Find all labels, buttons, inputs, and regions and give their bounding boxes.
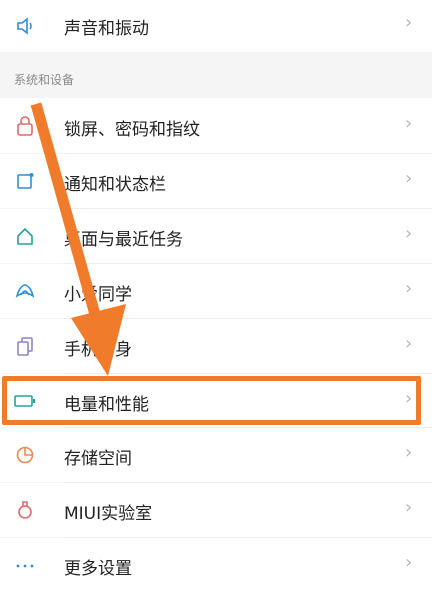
chevron-right-icon: ›: [405, 223, 413, 244]
chevron-right-icon: ›: [405, 442, 413, 463]
settings-item-miui-lab[interactable]: MIUI实验室 ›: [0, 483, 432, 537]
more-icon: [13, 554, 37, 578]
settings-item-lockscreen[interactable]: 锁屏、密码和指纹 ›: [0, 98, 432, 153]
clone-icon: [13, 334, 37, 358]
settings-item-storage[interactable]: 存储空间 ›: [0, 428, 432, 482]
settings-item-label: 存储空间: [64, 449, 132, 469]
settings-item-sound[interactable]: 声音和振动 ›: [0, 0, 432, 52]
speaker-icon: [13, 14, 37, 38]
settings-item-assistant[interactable]: 小爱同学 ›: [0, 264, 432, 318]
chevron-right-icon: ›: [405, 168, 413, 189]
storage-icon: [13, 443, 37, 467]
settings-item-notifications[interactable]: 通知和状态栏 ›: [0, 154, 432, 208]
notification-icon: [13, 169, 37, 193]
lock-icon: [13, 114, 37, 138]
settings-item-label: 手机分身: [64, 340, 132, 360]
chevron-right-icon: ›: [405, 497, 413, 518]
chevron-right-icon: ›: [405, 552, 413, 573]
settings-item-label: 桌面与最近任务: [64, 230, 183, 250]
section-title: 系统和设备: [14, 73, 75, 87]
settings-item-more[interactable]: 更多设置 ›: [0, 538, 432, 593]
settings-item-label: MIUI实验室: [64, 504, 153, 524]
chevron-right-icon: ›: [405, 113, 413, 134]
settings-item-desktop[interactable]: 桌面与最近任务 ›: [0, 209, 432, 263]
annotation-highlight-box: [2, 376, 421, 425]
settings-item-label: 声音和振动: [64, 19, 149, 39]
lab-flask-icon: [13, 498, 37, 522]
section-header: 系统和设备: [0, 66, 432, 98]
chevron-right-icon: ›: [405, 278, 413, 299]
chevron-right-icon: ›: [405, 333, 413, 354]
chevron-right-icon: ›: [405, 12, 413, 33]
home-icon: [13, 224, 37, 248]
settings-item-label: 更多设置: [64, 559, 132, 579]
assistant-icon: [13, 279, 37, 303]
settings-item-second-space[interactable]: 手机分身 ›: [0, 319, 432, 373]
settings-item-label: 通知和状态栏: [64, 175, 166, 195]
settings-item-label: 小爱同学: [64, 285, 132, 305]
settings-item-label: 锁屏、密码和指纹: [64, 120, 200, 140]
